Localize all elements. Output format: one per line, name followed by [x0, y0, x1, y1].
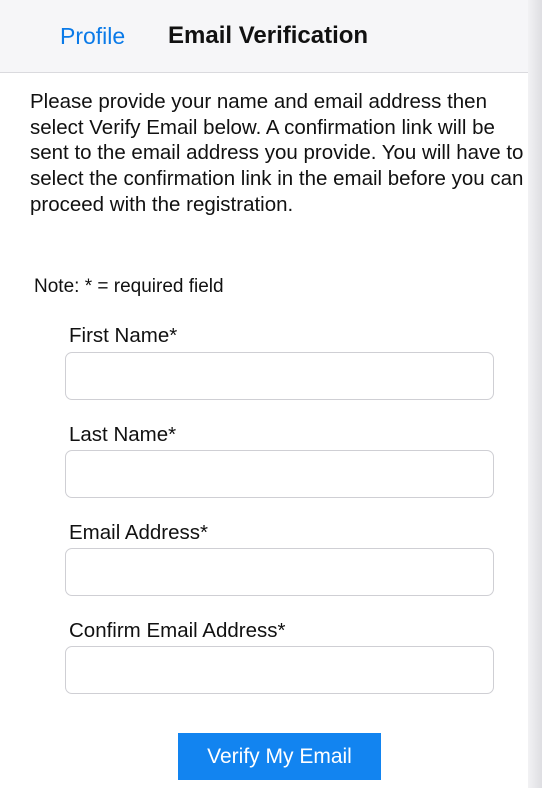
email-address-input[interactable] [65, 548, 494, 596]
email-verification-form: Please provide your name and email addre… [0, 73, 528, 788]
window-edge-shadow [528, 0, 542, 788]
last-name-label: Last Name* [69, 423, 177, 446]
app-window: Profile Email Verification Please provid… [0, 0, 542, 788]
last-name-input[interactable] [65, 450, 494, 498]
first-name-label: First Name* [69, 324, 178, 347]
confirm-email-input[interactable] [65, 646, 494, 694]
navigation-bar: Profile Email Verification [0, 0, 528, 73]
first-name-input[interactable] [65, 352, 494, 400]
confirm-email-label: Confirm Email Address* [69, 619, 286, 642]
instructions-text: Please provide your name and email addre… [30, 90, 524, 216]
required-field-note: Note: * = required field [34, 276, 224, 297]
verify-my-email-button[interactable]: Verify My Email [178, 733, 381, 780]
email-address-label: Email Address* [69, 521, 209, 544]
page-title: Email Verification [168, 22, 369, 49]
back-button-profile[interactable]: Profile [60, 22, 125, 50]
